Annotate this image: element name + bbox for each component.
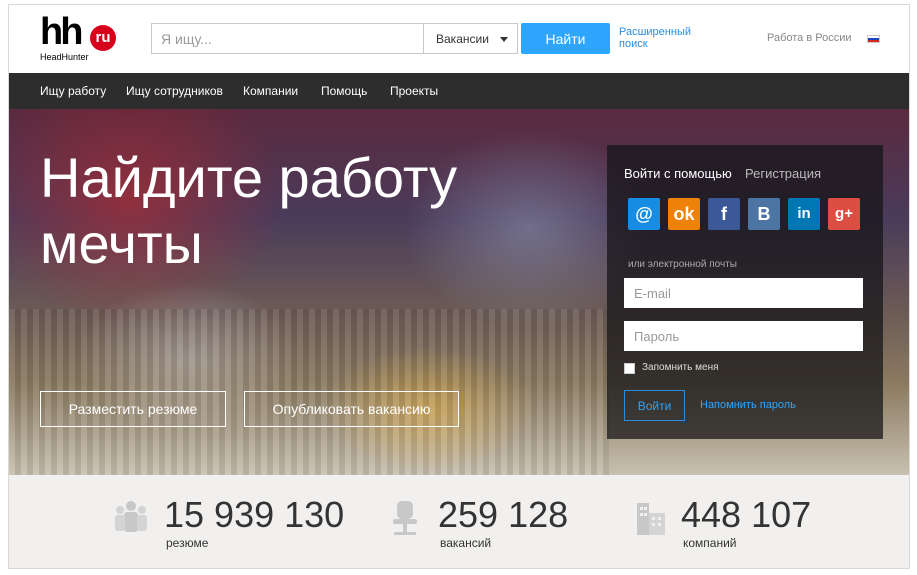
logo-badge: ru — [90, 25, 116, 51]
facebook-icon[interactable]: f — [708, 198, 740, 230]
vkontakte-icon[interactable]: B — [748, 198, 780, 230]
or-email-label: или электронной почты — [628, 259, 737, 270]
login-button[interactable]: Войти — [624, 390, 685, 421]
chevron-down-icon — [500, 37, 508, 42]
tab-login-with[interactable]: Войти с помощью — [624, 166, 732, 181]
post-vacancy-button[interactable]: Опубликовать вакансию — [244, 391, 459, 427]
stats-bar: 15 939 130 резюме 259 128 вакансий 448 1… — [9, 475, 909, 568]
mail-ru-icon[interactable]: @ — [628, 198, 660, 230]
nav-item-employers[interactable]: Ищу сотрудников — [126, 84, 223, 98]
vacancy-label: вакансий — [440, 536, 492, 550]
vacancy-count: 259 128 — [438, 494, 569, 535]
company-label: компаний — [683, 536, 737, 550]
nav-item-help[interactable]: Помощь — [321, 84, 367, 98]
odnoklassniki-icon[interactable]: ok — [668, 198, 700, 230]
nav-item-job-seekers[interactable]: Ищу работу — [40, 84, 106, 98]
search-button[interactable]: Найти — [521, 23, 610, 54]
page-frame: hh ru HeadHunter Вакансии Найти Расширен… — [8, 4, 910, 569]
search-input[interactable] — [151, 23, 423, 54]
search-type-select[interactable]: Вакансии — [423, 23, 518, 54]
hero-banner: Найдите работу мечты Разместить резюме О… — [9, 109, 909, 475]
tab-register[interactable]: Регистрация — [745, 166, 821, 181]
google-plus-icon[interactable]: g+ — [828, 198, 860, 230]
office-chair-icon — [393, 501, 417, 535]
main-nav: Ищу работу Ищу сотрудников Компании Помо… — [9, 73, 909, 109]
remind-password-link[interactable]: Напомнить пароль — [700, 399, 796, 411]
email-field[interactable] — [624, 278, 863, 308]
remember-me-label[interactable]: Запомнить меня — [642, 362, 719, 373]
header: hh ru HeadHunter Вакансии Найти Расширен… — [9, 5, 909, 73]
nav-item-projects[interactable]: Проекты — [390, 84, 438, 98]
russia-flag-icon[interactable] — [867, 35, 880, 43]
linkedin-icon[interactable]: in — [788, 198, 820, 230]
hero-title: Найдите работу мечты — [40, 146, 458, 275]
remember-me-checkbox[interactable] — [624, 363, 635, 374]
region-link[interactable]: Работа в России — [767, 32, 852, 44]
headhunter-logo[interactable]: hh ru HeadHunter — [40, 11, 120, 63]
search-type-value: Вакансии — [436, 32, 489, 46]
advanced-search-link[interactable]: Расширенный поиск — [619, 26, 699, 50]
post-resume-button[interactable]: Разместить резюме — [40, 391, 226, 427]
company-count: 448 107 — [681, 494, 812, 535]
logo-subtitle: HeadHunter — [40, 52, 89, 62]
login-panel: Войти с помощью Регистрация @ ok f B in … — [607, 145, 883, 439]
resume-count: 15 939 130 — [164, 494, 345, 535]
people-icon — [115, 501, 147, 532]
buildings-icon — [637, 503, 665, 535]
nav-item-companies[interactable]: Компании — [243, 84, 298, 98]
resume-label: резюме — [166, 536, 209, 550]
password-field[interactable] — [624, 321, 863, 351]
logo-text: hh — [40, 11, 83, 53]
